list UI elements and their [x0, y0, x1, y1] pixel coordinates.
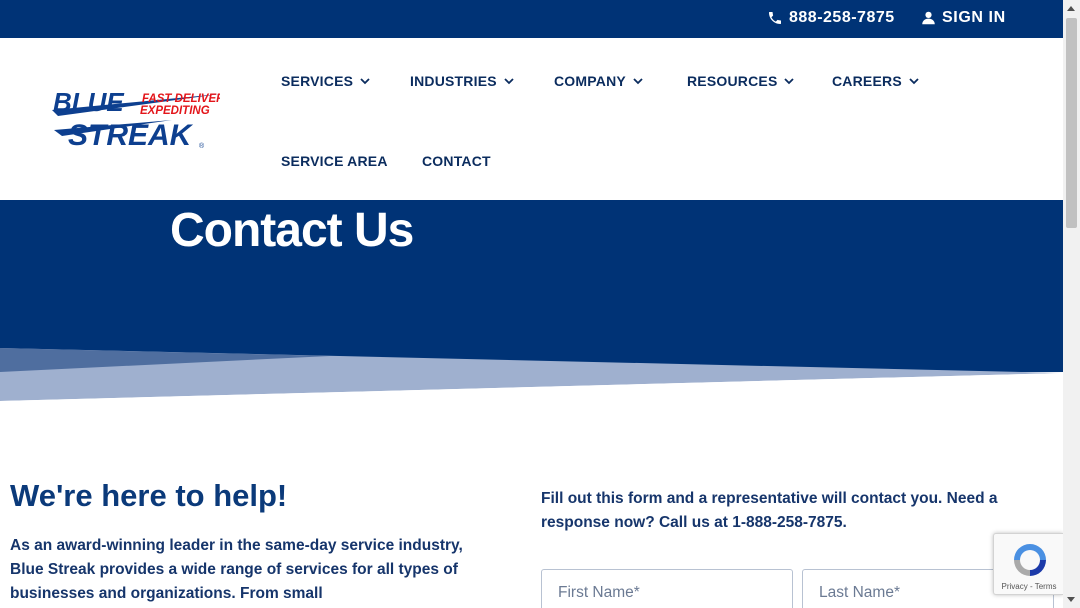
chevron-down-icon [504, 78, 514, 85]
nav-resources-label: RESOURCES [687, 73, 778, 89]
user-icon [922, 11, 935, 25]
first-name-field[interactable] [541, 569, 793, 608]
nav-industries[interactable]: INDUSTRIES [410, 73, 514, 89]
intro-paragraph: As an award-winning leader in the same-d… [10, 537, 463, 602]
logo-tagline-expediting: EXPEDITING [140, 105, 210, 117]
logo-word-blue: BLUE [53, 90, 124, 117]
chevron-down-icon [909, 78, 919, 85]
nav-contact[interactable]: CONTACT [422, 153, 491, 169]
nav-company[interactable]: COMPANY [554, 73, 643, 89]
scroll-up-arrow-icon[interactable] [1067, 6, 1075, 11]
chevron-down-icon [633, 78, 643, 85]
nav-company-label: COMPANY [554, 73, 626, 89]
scroll-down-arrow-icon[interactable] [1067, 597, 1075, 602]
page: 888-258-7875 SIGN IN BLUE FAST DELIVERY … [0, 0, 1080, 608]
nav-services-label: SERVICES [281, 73, 354, 89]
chevron-down-icon [360, 78, 370, 85]
nav-industries-label: INDUSTRIES [410, 73, 497, 89]
site-header: BLUE FAST DELIVERY EXPEDITING STREAK ® S… [0, 38, 1063, 200]
top-utility-bar: 888-258-7875 SIGN IN [0, 0, 1063, 38]
logo-tagline-fast-delivery: FAST DELIVERY [142, 93, 220, 105]
recaptcha-icon [1014, 544, 1046, 576]
page-title: Contact Us [170, 204, 414, 257]
nav-service-area-label: SERVICE AREA [281, 153, 388, 169]
sign-in-link[interactable]: SIGN IN [921, 9, 1006, 27]
hero-banner: Contact Us [0, 200, 1063, 410]
recaptcha-badge[interactable]: Privacy - Terms [993, 533, 1063, 595]
hero-wave-decoration [0, 348, 1063, 410]
phone-link[interactable]: 888-258-7875 [767, 9, 895, 27]
nav-careers[interactable]: CAREERS [832, 73, 919, 89]
logo-word-streak: STREAK [68, 119, 194, 152]
nav-resources[interactable]: RESOURCES [687, 73, 795, 89]
blue-streak-logo[interactable]: BLUE FAST DELIVERY EXPEDITING STREAK ® [52, 90, 220, 152]
scrollbar-thumb[interactable] [1066, 18, 1077, 228]
nav-contact-label: CONTACT [422, 153, 491, 169]
help-heading: We're here to help! [10, 478, 288, 513]
nav-services[interactable]: SERVICES [281, 73, 370, 89]
nav-service-area[interactable]: SERVICE AREA [281, 153, 388, 169]
recaptcha-privacy-terms[interactable]: Privacy - Terms [994, 582, 1064, 591]
phone-number: 888-258-7875 [789, 9, 895, 26]
chevron-down-icon [784, 78, 795, 85]
vertical-scrollbar[interactable] [1063, 0, 1080, 608]
sign-in-label: SIGN IN [942, 9, 1006, 26]
logo-registered-mark: ® [199, 142, 205, 150]
nav-careers-label: CAREERS [832, 73, 902, 89]
form-intro-text: Fill out this form and a representative … [541, 490, 998, 531]
phone-icon [769, 12, 781, 24]
